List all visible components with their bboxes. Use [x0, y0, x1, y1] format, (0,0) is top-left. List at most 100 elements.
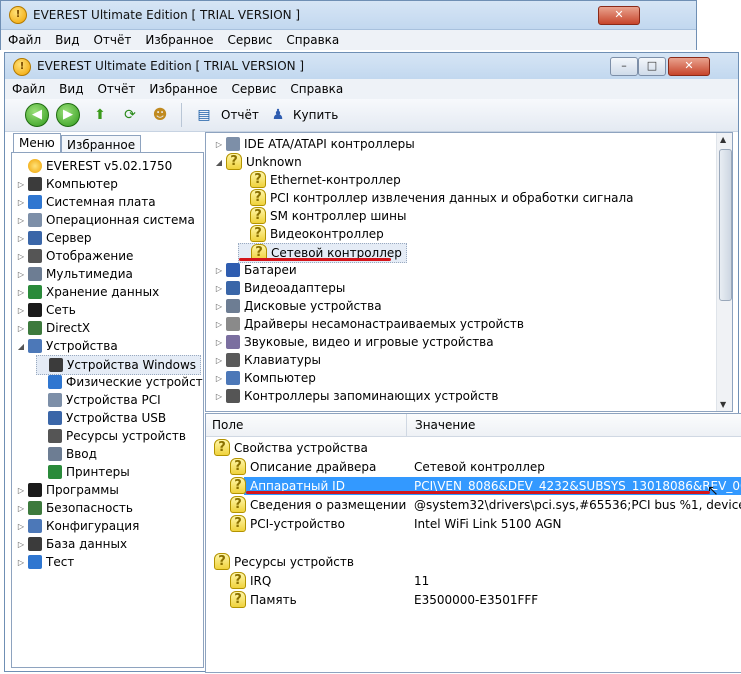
expand-arrow-icon[interactable]: ▷ [16, 212, 26, 230]
report-icon[interactable]: ▤ [193, 104, 215, 126]
nav-item[interactable]: ▷ Сеть [16, 301, 76, 319]
nav-subitem[interactable]: Ресурсы устройств [36, 427, 186, 445]
expand-arrow-icon[interactable]: ▷ [16, 518, 26, 536]
menu-file[interactable]: Файл [5, 79, 52, 99]
nav-item[interactable]: ▷ Безопасность [16, 499, 133, 517]
tab-menu[interactable]: Меню [13, 133, 61, 152]
nav-item[interactable]: ▷ DirectX [16, 319, 90, 337]
expand-arrow-icon[interactable]: ▷ [214, 388, 224, 406]
expand-arrow-icon[interactable]: ▷ [214, 298, 224, 316]
expand-arrow-icon[interactable]: ▷ [214, 136, 224, 154]
nav-subitem[interactable]: Устройства PCI [36, 391, 161, 409]
property-field[interactable]: ? PCI-устройство [228, 515, 345, 533]
nav-item[interactable]: ▷ Тест [16, 553, 74, 571]
expand-arrow-icon[interactable]: ▷ [16, 230, 26, 248]
up-arrow-icon[interactable]: ⬆ [89, 104, 111, 126]
menu-view[interactable]: Вид [52, 79, 90, 99]
device-tree-item[interactable]: ▷ Батареи [214, 261, 297, 279]
menu-service[interactable]: Сервис [225, 79, 284, 99]
minimize-button[interactable]: – [610, 57, 638, 76]
report-button[interactable]: Отчёт [221, 108, 259, 122]
expand-arrow-icon[interactable]: ▷ [214, 280, 224, 298]
expand-arrow-icon[interactable]: ▷ [214, 370, 224, 388]
bg-menu-report[interactable]: Отчёт [86, 30, 138, 50]
property-value[interactable]: 11 [414, 572, 429, 590]
menu-report[interactable]: Отчёт [90, 79, 142, 99]
expand-arrow-icon[interactable]: ▷ [16, 266, 26, 284]
property-field[interactable]: ? Описание драйвера [228, 458, 376, 476]
expand-arrow-icon[interactable]: ▷ [16, 536, 26, 554]
device-tree-item[interactable]: ▷ Компьютер [214, 369, 316, 387]
expand-arrow-icon[interactable]: ▷ [16, 482, 26, 500]
property-field[interactable]: ? Память [228, 591, 297, 609]
nav-subitem[interactable]: Устройства USB [36, 409, 166, 427]
device-tree-item[interactable]: ▷ Дисковые устройства [214, 297, 382, 315]
buy-icon[interactable]: ♟ [267, 104, 289, 126]
expand-arrow-icon[interactable]: ▷ [16, 302, 26, 320]
scroll-up-arrow-icon[interactable]: ▲ [720, 135, 726, 144]
forward-arrow-icon[interactable]: ▶ [56, 103, 80, 127]
property-field[interactable]: ? IRQ [228, 572, 271, 590]
scroll-down-arrow-icon[interactable]: ▼ [720, 400, 726, 409]
property-value[interactable]: Intel WiFi Link 5100 AGN [414, 515, 562, 533]
device-tree-scrollbar[interactable]: ▲ ▼ [716, 133, 732, 411]
nav-item[interactable]: ▷ Компьютер [16, 175, 118, 193]
nav-item[interactable]: ▷ Программы [16, 481, 119, 499]
back-arrow-icon[interactable]: ◀ [25, 103, 49, 127]
device-tree-item[interactable]: ▷ Видеоадаптеры [214, 279, 345, 297]
expand-arrow-icon[interactable]: ◢ [16, 338, 26, 356]
nav-root[interactable]: EVEREST v5.02.1750 [16, 157, 172, 175]
expand-arrow-icon[interactable]: ▷ [214, 316, 224, 334]
buy-button[interactable]: Купить [293, 108, 338, 122]
menu-help[interactable]: Справка [283, 79, 350, 99]
expand-arrow-icon[interactable]: ▷ [16, 284, 26, 302]
expand-arrow-icon[interactable]: ▷ [16, 176, 26, 194]
bg-menu-help[interactable]: Справка [279, 30, 346, 50]
nav-subitem[interactable]: Ввод [36, 445, 97, 463]
expand-arrow-icon[interactable]: ▷ [16, 554, 26, 572]
nav-item[interactable]: ▷ Отображение [16, 247, 133, 265]
nav-item[interactable]: ▷ Операционная система [16, 211, 195, 229]
nav-item[interactable]: ▷ Конфигурация [16, 517, 139, 535]
expand-arrow-icon[interactable]: ▷ [16, 500, 26, 518]
device-tree-item[interactable]: ? Ethernet-контроллер [238, 171, 401, 189]
expand-arrow-icon[interactable]: ▷ [214, 262, 224, 280]
scroll-thumb[interactable] [719, 149, 732, 301]
device-tree-item[interactable]: ◢? Unknown [214, 153, 302, 171]
nav-subitem[interactable]: Принтеры [36, 463, 130, 481]
bg-menu-favorites[interactable]: Избранное [138, 30, 220, 50]
refresh-icon[interactable]: ⟳ [119, 104, 141, 126]
expand-arrow-icon[interactable]: ◢ [214, 154, 224, 172]
device-tree-item[interactable]: ? Видеоконтроллер [238, 225, 384, 243]
device-tree-item[interactable]: ? SM контроллер шины [238, 207, 406, 225]
device-tree-item[interactable]: ▷ Контроллеры запоминающих устройств [214, 387, 498, 405]
nav-item[interactable]: ▷ Хранение данных [16, 283, 159, 301]
nav-subitem[interactable]: Физические устройства [36, 373, 203, 391]
menu-favorites[interactable]: Избранное [142, 79, 224, 99]
expand-arrow-icon[interactable]: ▷ [16, 248, 26, 266]
nav-item[interactable]: ▷ Мультимедиа [16, 265, 133, 283]
property-value[interactable]: @system32\drivers\pci.sys,#65536;PCI bus… [414, 496, 741, 514]
property-value[interactable]: Сетевой контроллер [414, 458, 545, 476]
nav-subitem[interactable]: Устройства Windows [36, 355, 202, 375]
device-tree-item[interactable]: ▷ Драйверы несамонастраиваемых устройств [214, 315, 524, 333]
column-header-value[interactable]: Значение [406, 414, 741, 437]
expand-arrow-icon[interactable]: ▷ [16, 320, 26, 338]
property-field[interactable]: ? Сведения о размещении [228, 496, 406, 514]
nav-item[interactable]: ▷ База данных [16, 535, 127, 553]
expand-arrow-icon[interactable]: ▷ [214, 352, 224, 370]
bg-menu-service[interactable]: Сервис [221, 30, 280, 50]
close-button[interactable]: ✕ [668, 57, 710, 76]
background-close-button[interactable]: ✕ [598, 6, 640, 25]
maximize-button[interactable]: □ [638, 57, 666, 76]
nav-item[interactable]: ▷ Сервер [16, 229, 91, 247]
nav-item[interactable]: ▷ Системная плата [16, 193, 156, 211]
expand-arrow-icon[interactable]: ▷ [16, 194, 26, 212]
bg-menu-view[interactable]: Вид [48, 30, 86, 50]
property-value[interactable]: E3500000-E3501FFF [414, 591, 538, 609]
device-tree-item[interactable]: ▷ Звуковые, видео и игровые устройства [214, 333, 494, 351]
nav-item[interactable]: ◢ Устройства [16, 337, 118, 355]
users-icon[interactable]: ☻ [149, 104, 171, 126]
device-tree-item[interactable]: ? PCI контроллер извлечения данных и обра… [238, 189, 634, 207]
bg-menu-file[interactable]: Файл [1, 30, 48, 50]
